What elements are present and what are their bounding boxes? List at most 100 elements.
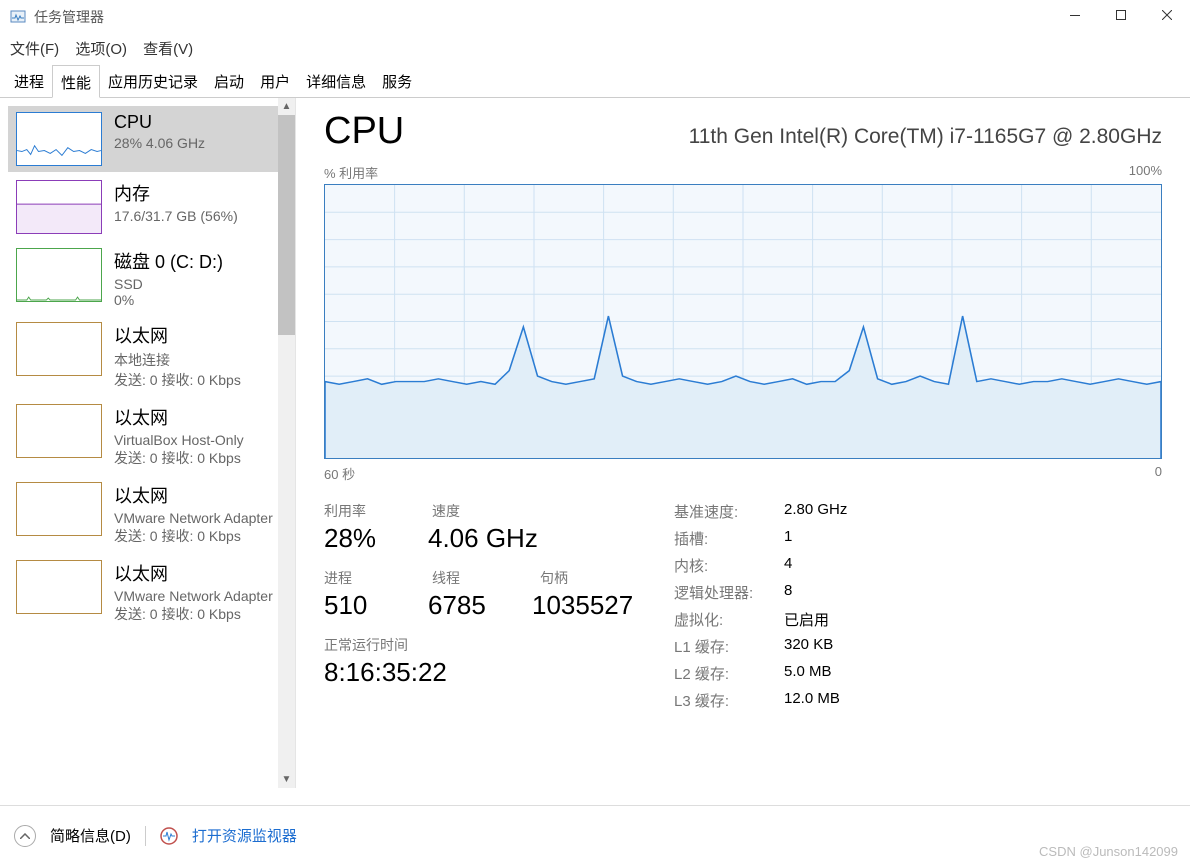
eth3-sub1: VMware Network Adapter bbox=[114, 510, 287, 526]
sidebar-item-eth2[interactable]: 以太网VirtualBox Host-Only发送: 0 接收: 0 Kbps bbox=[8, 398, 295, 474]
cpu-chart bbox=[324, 184, 1162, 459]
menubar: 文件(F) 选项(O) 查看(V) bbox=[0, 34, 1190, 65]
minimize-button[interactable] bbox=[1052, 0, 1098, 30]
scroll-down-icon[interactable]: ▼ bbox=[278, 771, 295, 788]
watermark: CSDN @Junson142099 bbox=[1039, 844, 1178, 859]
disk-sub2: 0% bbox=[114, 292, 287, 308]
sidebar-item-disk[interactable]: 磁盘 0 (C: D:) SSD0% bbox=[8, 242, 295, 314]
window-controls bbox=[1052, 0, 1190, 30]
cpu-name: 11th Gen Intel(R) Core(TM) i7-1165G7 @ 2… bbox=[689, 125, 1162, 149]
content: CPU 28% 4.06 GHz 内存 17.6/31.7 GB (56%) 磁盘 … bbox=[0, 98, 1190, 788]
memory-title: 内存 bbox=[114, 180, 287, 206]
status-divider bbox=[145, 826, 146, 846]
util-label: 利用率 bbox=[324, 501, 404, 521]
chart-util-max: 100% bbox=[1129, 163, 1162, 182]
eth4-sub2: 发送: 0 接收: 0 Kbps bbox=[114, 604, 287, 624]
tab-services[interactable]: 服务 bbox=[374, 65, 420, 97]
eth1-sub2: 发送: 0 接收: 0 Kbps bbox=[114, 370, 287, 390]
fewer-details-icon[interactable] bbox=[14, 825, 36, 847]
sidebar: CPU 28% 4.06 GHz 内存 17.6/31.7 GB (56%) 磁盘 … bbox=[0, 98, 296, 788]
window-title: 任务管理器 bbox=[34, 7, 104, 27]
lproc-label: 逻辑处理器: bbox=[674, 582, 784, 603]
titlebar: 任务管理器 bbox=[0, 0, 1190, 34]
l1-label: L1 缓存: bbox=[674, 636, 784, 657]
memory-thumb bbox=[16, 180, 102, 234]
sockets-label: 插槽: bbox=[674, 528, 784, 549]
thread-value: 6785 bbox=[428, 590, 508, 621]
tab-performance[interactable]: 性能 bbox=[52, 65, 100, 98]
eth2-sub1: VirtualBox Host-Only bbox=[114, 432, 287, 448]
handle-label: 句柄 bbox=[540, 568, 568, 588]
maximize-button[interactable] bbox=[1098, 0, 1144, 30]
l3-value: 12.0 MB bbox=[784, 690, 840, 711]
menu-file[interactable]: 文件(F) bbox=[10, 41, 59, 58]
handle-value: 1035527 bbox=[532, 590, 633, 621]
speed-label: 速度 bbox=[432, 501, 512, 521]
cpu-title: CPU bbox=[114, 112, 287, 133]
main-panel: CPU 11th Gen Intel(R) Core(TM) i7-1165G7… bbox=[296, 98, 1190, 788]
uptime-label: 正常运行时间 bbox=[324, 635, 408, 655]
lproc-value: 8 bbox=[784, 582, 792, 603]
tab-processes[interactable]: 进程 bbox=[6, 65, 52, 97]
sidebar-item-cpu[interactable]: CPU 28% 4.06 GHz bbox=[8, 106, 295, 172]
eth4-sub1: VMware Network Adapter bbox=[114, 588, 287, 604]
menu-options[interactable]: 选项(O) bbox=[75, 41, 127, 58]
app-icon bbox=[10, 9, 26, 25]
eth4-thumb bbox=[16, 560, 102, 614]
eth2-thumb bbox=[16, 404, 102, 458]
page-title: CPU bbox=[324, 110, 404, 153]
util-value: 28% bbox=[324, 523, 404, 554]
eth4-title: 以太网 bbox=[114, 560, 287, 586]
proc-label: 进程 bbox=[324, 568, 404, 588]
sockets-value: 1 bbox=[784, 528, 792, 549]
thread-label: 线程 bbox=[432, 568, 512, 588]
base-value: 2.80 GHz bbox=[784, 501, 847, 522]
virt-label: 虚拟化: bbox=[674, 609, 784, 630]
close-button[interactable] bbox=[1144, 0, 1190, 30]
scroll-up-icon[interactable]: ▲ bbox=[278, 98, 295, 115]
l2-value: 5.0 MB bbox=[784, 663, 832, 684]
resmon-icon bbox=[160, 827, 178, 845]
base-label: 基准速度: bbox=[674, 501, 784, 522]
proc-value: 510 bbox=[324, 590, 404, 621]
sidebar-scrollbar[interactable]: ▲ ▼ bbox=[278, 98, 295, 788]
l3-label: L3 缓存: bbox=[674, 690, 784, 711]
eth1-thumb bbox=[16, 322, 102, 376]
disk-sub1: SSD bbox=[114, 276, 287, 292]
tabs: 进程 性能 应用历史记录 启动 用户 详细信息 服务 bbox=[0, 65, 1190, 98]
tab-startup[interactable]: 启动 bbox=[206, 65, 252, 97]
eth3-thumb bbox=[16, 482, 102, 536]
uptime-value: 8:16:35:22 bbox=[324, 657, 447, 688]
sidebar-item-eth3[interactable]: 以太网 VMware Network Adapter发送: 0 接收: 0 Kbp… bbox=[8, 476, 295, 552]
cores-value: 4 bbox=[784, 555, 792, 576]
eth3-title: 以太网 bbox=[114, 482, 287, 508]
virt-value: 已启用 bbox=[784, 609, 829, 630]
eth2-sub2: 发送: 0 接收: 0 Kbps bbox=[114, 448, 287, 468]
eth1-sub1: 本地连接 bbox=[114, 350, 287, 370]
fewer-details-label[interactable]: 简略信息(D) bbox=[50, 825, 131, 846]
disk-thumb bbox=[16, 248, 102, 302]
menu-view[interactable]: 查看(V) bbox=[143, 41, 193, 58]
chart-util-label: % 利用率 bbox=[324, 163, 378, 182]
sidebar-item-memory[interactable]: 内存 17.6/31.7 GB (56%) bbox=[8, 174, 295, 240]
sidebar-item-eth4[interactable]: 以太网 VMware Network Adapter发送: 0 接收: 0 Kbp… bbox=[8, 554, 295, 630]
speed-value: 4.06 GHz bbox=[428, 523, 538, 554]
l2-label: L2 缓存: bbox=[674, 663, 784, 684]
tab-history[interactable]: 应用历史记录 bbox=[100, 65, 206, 97]
eth1-title: 以太网 bbox=[114, 322, 287, 348]
eth3-sub2: 发送: 0 接收: 0 Kbps bbox=[114, 526, 287, 546]
l1-value: 320 KB bbox=[784, 636, 833, 657]
chart-time-right: 0 bbox=[1155, 464, 1162, 483]
chart-time-label: 60 秒 bbox=[324, 464, 355, 483]
cores-label: 内核: bbox=[674, 555, 784, 576]
sidebar-item-eth1[interactable]: 以太网本地连接发送: 0 接收: 0 Kbps bbox=[8, 316, 295, 396]
statusbar: 简略信息(D) 打开资源监视器 bbox=[0, 805, 1190, 865]
memory-sub: 17.6/31.7 GB (56%) bbox=[114, 208, 287, 224]
tab-details[interactable]: 详细信息 bbox=[298, 65, 374, 97]
disk-title: 磁盘 0 (C: D:) bbox=[114, 248, 287, 274]
tab-users[interactable]: 用户 bbox=[252, 65, 298, 97]
cpu-sub: 28% 4.06 GHz bbox=[114, 135, 287, 151]
open-resmon-link[interactable]: 打开资源监视器 bbox=[192, 825, 297, 846]
cpu-thumb bbox=[16, 112, 102, 166]
scroll-thumb[interactable] bbox=[278, 115, 295, 335]
